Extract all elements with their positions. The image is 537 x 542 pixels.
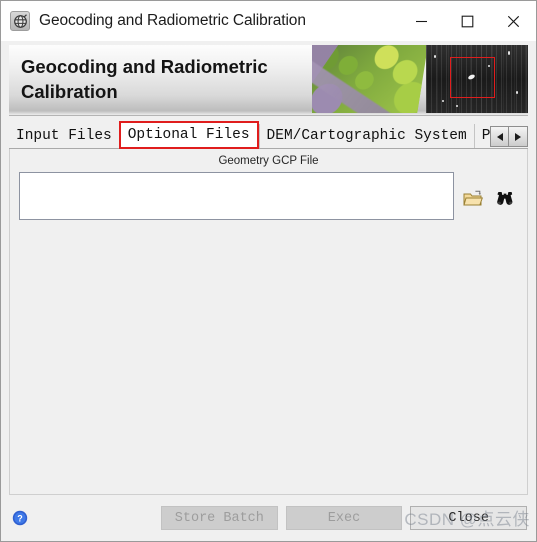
svg-text:?: ? [17,514,23,524]
banner-imagery [312,45,528,113]
gcp-file-label: Geometry GCP File [218,155,319,167]
tab-input-files[interactable]: Input Files [9,124,119,148]
banner-title: Geocoding and Radiometric Calibration [21,56,268,102]
window-title: Geocoding and Radiometric Calibration [39,12,306,29]
help-icon[interactable]: ? [12,510,28,526]
store-batch-button[interactable]: Store Batch [161,506,278,530]
close-icon[interactable] [490,1,536,41]
minimize-icon[interactable] [398,1,444,41]
close-button[interactable]: Close [410,506,528,530]
banner-container: Geocoding and Radiometric Calibration [1,41,536,116]
application-window: Geocoding and Radiometric Calibration Ge… [0,0,537,542]
exec-button[interactable]: Exec [285,506,403,530]
maximize-icon[interactable] [444,1,490,41]
tab-optional-files[interactable]: Optional Files [118,121,259,149]
arrow-left-icon[interactable] [490,126,509,147]
optional-files-panel: Geometry GCP File [9,149,528,495]
tab-dem-cartographic-system[interactable]: DEM/Cartographic System [258,124,474,148]
aerial-photo [312,45,428,113]
footer-bar: ? Store Batch Exec Close CSDN @点云侠 [1,495,536,541]
folder-open-icon[interactable] [460,184,486,214]
road-feature [312,51,414,113]
arrow-right-icon[interactable] [509,126,528,147]
tab-scroll-controls [490,126,528,147]
footer-buttons: Store Batch Exec Close [161,506,528,530]
sar-image [426,45,528,113]
title-bar: Geocoding and Radiometric Calibration [1,1,536,41]
gcp-file-input[interactable] [19,172,454,220]
tab-bar: Input Files Optional Files DEM/Cartograp… [9,121,528,149]
banner: Geocoding and Radiometric Calibration [9,45,528,116]
window-controls [398,1,536,41]
globe-icon [10,11,30,31]
gcp-file-row [10,167,527,220]
binoculars-icon[interactable] [492,184,518,214]
